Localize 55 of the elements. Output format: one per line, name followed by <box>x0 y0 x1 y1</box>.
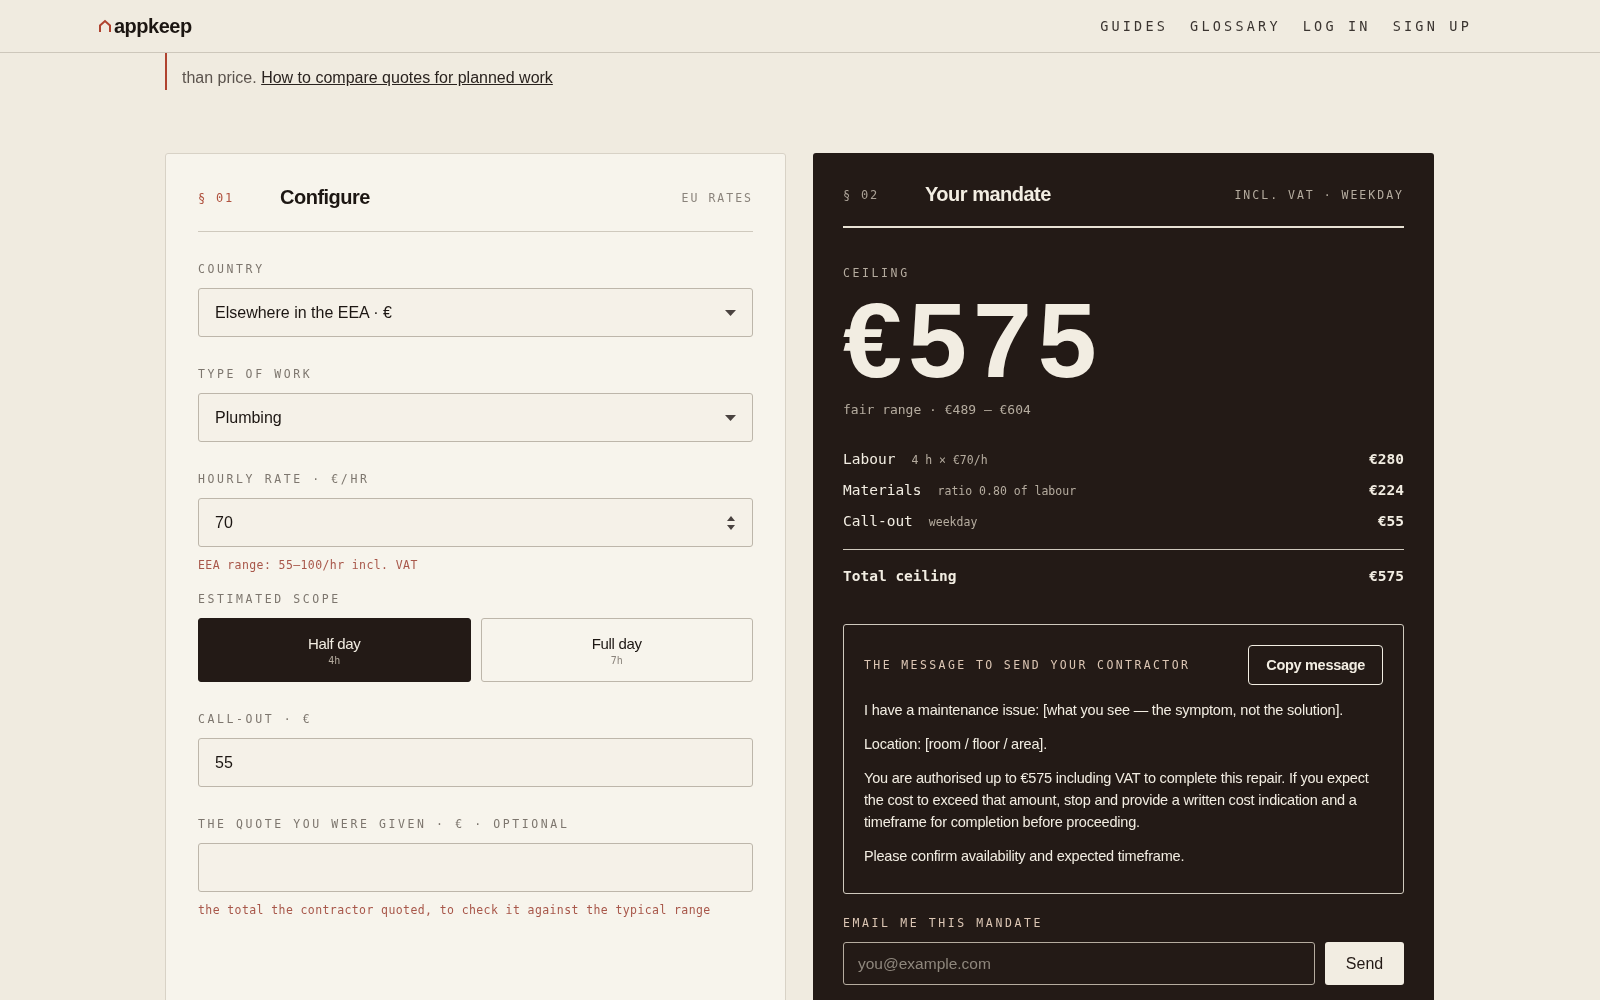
card-title: Configure <box>280 186 371 209</box>
nav-link[interactable]: LOG IN <box>1302 18 1371 34</box>
card-title: Your mandate <box>925 183 1052 206</box>
cost-detail: weekday <box>928 515 979 529</box>
mandate-tag: INCL. VAT · WEEKDAY <box>1234 187 1404 202</box>
field-label: TYPE OF WORK <box>198 367 314 381</box>
section-number: § 01 <box>198 190 236 205</box>
message-paragraph: I have a maintenance issue: [what you see — the symptom, not the solution]. <box>864 701 1345 720</box>
nav-link[interactable]: SIGN UP <box>1392 18 1472 34</box>
message-paragraph: Location: [room / floor / area]. <box>864 735 1048 754</box>
field-hint: the total the contractor quoted, to check it against the typical range <box>198 903 712 917</box>
field-label: THE QUOTE YOU WERE GIVEN · € · OPTIONAL <box>198 817 571 831</box>
ceiling-label: CEILING <box>843 266 911 280</box>
cost-amount: €55 <box>1377 513 1404 529</box>
caret-icon <box>725 414 736 421</box>
input-field[interactable] <box>198 843 753 892</box>
select-field[interactable]: Elsewhere in the EEA · € <box>198 288 753 337</box>
cost-amount: €224 <box>1369 482 1404 498</box>
cost-amount: €280 <box>1369 451 1404 467</box>
logo[interactable]: appkeep <box>114 14 192 38</box>
total-label: Total ceiling <box>843 568 957 584</box>
cost-label: Call-out <box>843 513 913 529</box>
field-label: COUNTRY <box>198 262 266 276</box>
cost-label: Materials <box>843 482 922 498</box>
message-title: THE MESSAGE TO SEND YOUR CONTRACTOR <box>864 658 1191 672</box>
fair-range: fair range · €489 – €604 <box>843 402 1032 417</box>
message-paragraph: Please confirm availability and expected timeframe. <box>864 847 1186 866</box>
cost-detail: 4 h × €70/h <box>911 453 989 467</box>
field-label: CALL-OUT · € <box>198 712 314 726</box>
scope-option[interactable]: Half day 4h <box>198 618 471 682</box>
field-label: ESTIMATED SCOPE <box>198 592 342 606</box>
email-label: EMAIL ME THIS MANDATE <box>843 916 1044 930</box>
number-field[interactable]: 70 <box>198 498 753 547</box>
guide-link[interactable]: How to compare quotes for planned work <box>261 69 553 86</box>
caret-icon <box>725 309 736 316</box>
rates-tag: EU RATES <box>681 190 753 205</box>
nav-link[interactable]: GUIDES <box>1100 18 1169 34</box>
nav-link[interactable]: GLOSSARY <box>1190 18 1281 34</box>
cost-detail: ratio 0.80 of labour <box>937 484 1078 498</box>
select-field[interactable]: Plumbing <box>198 393 753 442</box>
message-paragraph: You are authorised up to €575 including VAT to complete this repair. If you expect the cost to exceed that amount, stop and provide a written cost indication and a timeframe for completion before proceeding. <box>864 769 1370 832</box>
ceiling-amount: €575 <box>843 288 1104 392</box>
send-button[interactable]: Send <box>1325 942 1404 985</box>
section-number: § 02 <box>843 187 881 202</box>
field-hint: EEA range: 55–100/hr incl. VAT <box>198 558 419 572</box>
email-field[interactable]: you@example.com <box>843 942 1315 985</box>
copy-button[interactable]: Copy message <box>1248 645 1383 685</box>
house-icon <box>98 19 112 33</box>
cost-label: Labour <box>843 451 896 467</box>
total-amount: €575 <box>1369 568 1404 584</box>
input-field[interactable]: 55 <box>198 738 753 787</box>
intro-paragraph: than price. How to compare quotes for planned work <box>182 68 554 88</box>
field-label: HOURLY RATE · €/HR <box>198 472 371 486</box>
scope-option[interactable]: Full day 7h <box>480 618 753 682</box>
spinner-icon <box>726 514 736 531</box>
